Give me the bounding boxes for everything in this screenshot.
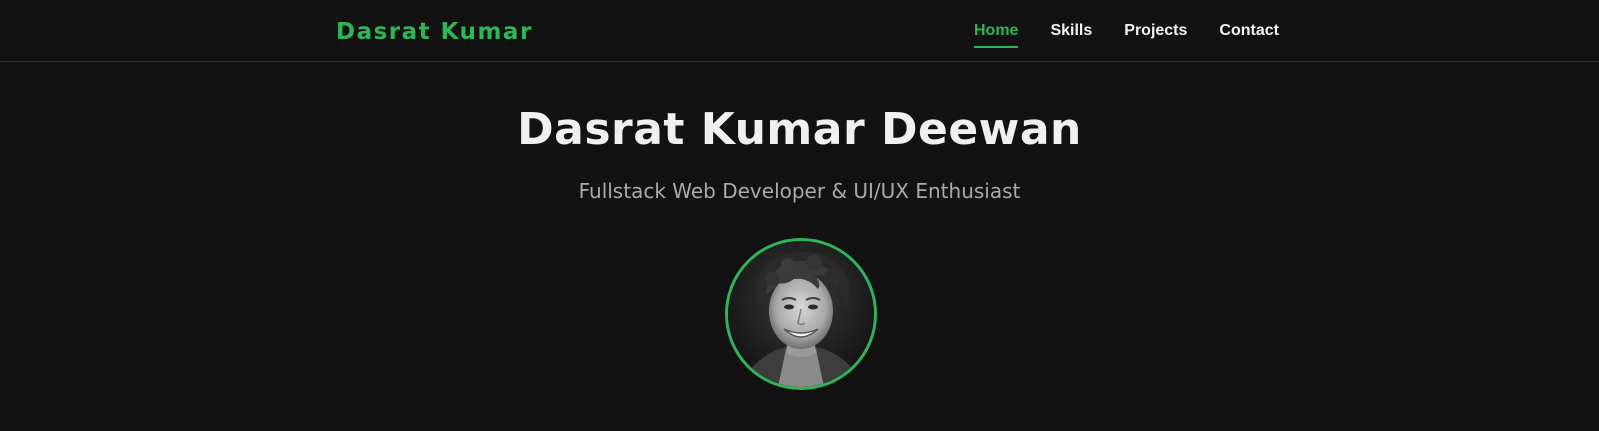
nav-link-skills[interactable]: Skills [1050,20,1092,48]
hero-name: Dasrat Kumar Deewan [517,104,1082,155]
nav-link-home[interactable]: Home [974,20,1019,48]
hero-tagline: Fullstack Web Developer & UI/UX Enthusia… [578,179,1021,203]
main-nav: Home Skills Projects Contact [974,20,1311,48]
nav-link-contact[interactable]: Contact [1219,20,1279,48]
top-navbar: Dasrat Kumar Home Skills Projects Contac… [0,0,1599,62]
profile-photo-icon [728,241,874,387]
brand-logo-link[interactable]: Dasrat Kumar [336,18,533,46]
nav-link-projects[interactable]: Projects [1124,20,1187,48]
profile-avatar [725,238,877,390]
